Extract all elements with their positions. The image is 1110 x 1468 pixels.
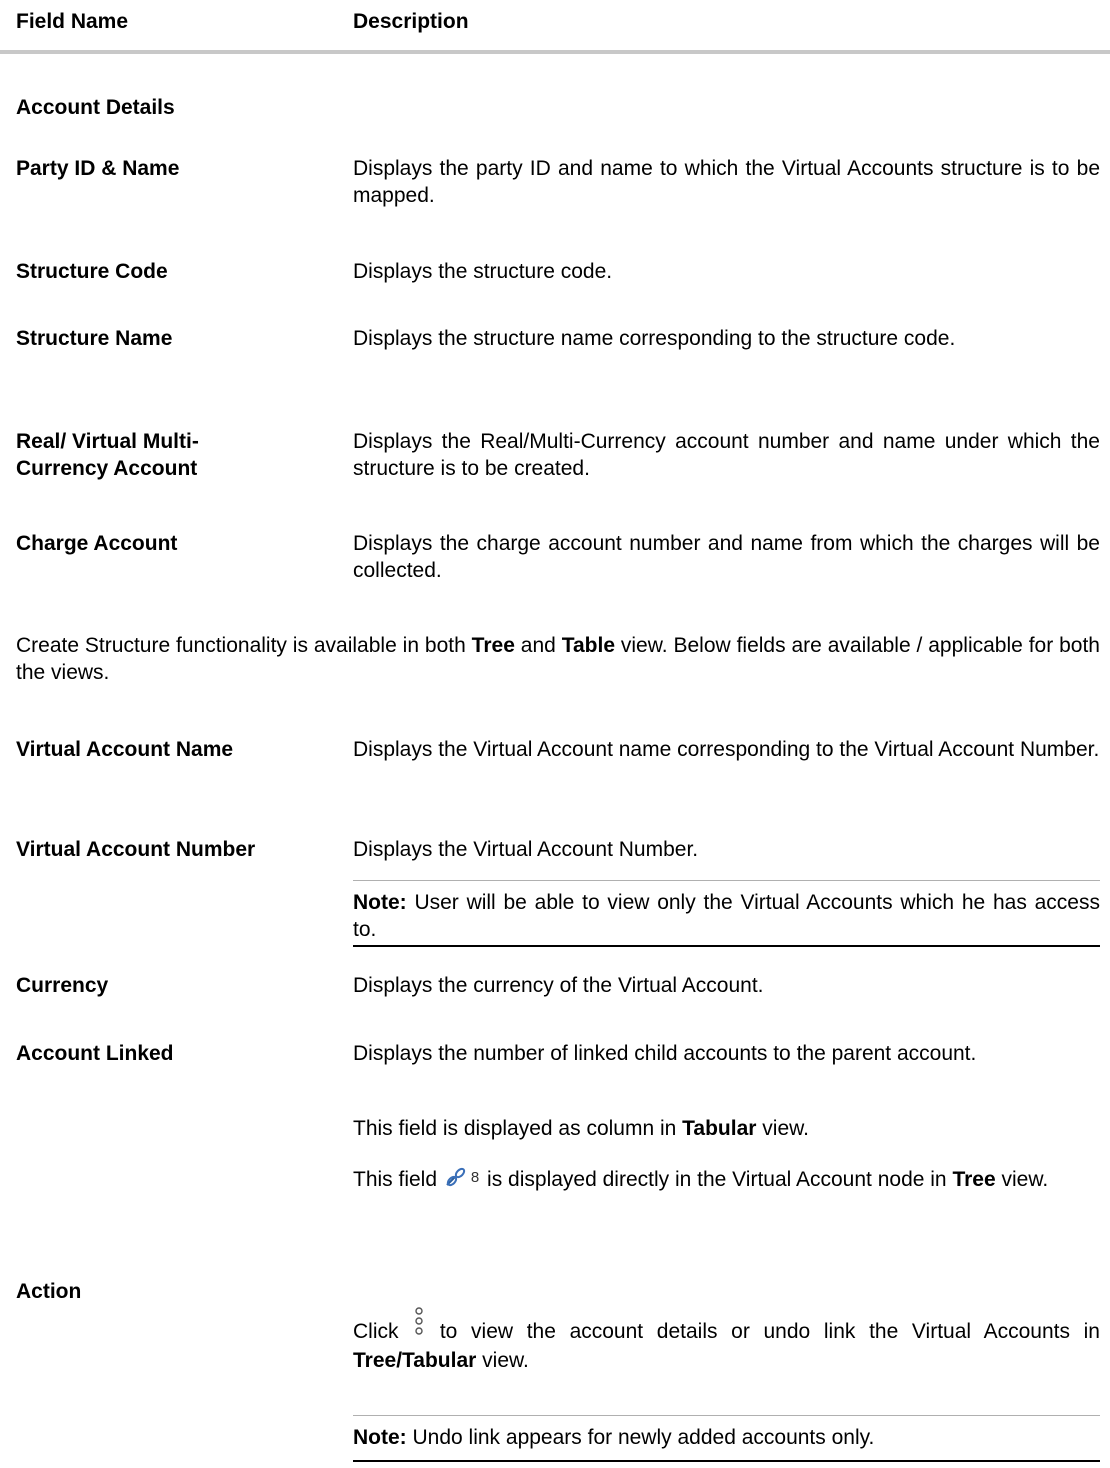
field-desc-party-id: Displays the party ID and name to which …	[353, 157, 1100, 207]
note-text: User will be able to view only the Virtu…	[353, 891, 1100, 941]
desc-bold: Tree	[952, 1168, 996, 1192]
field-label-structure-code: Structure Code	[16, 260, 168, 283]
field-desc-structure-name: Displays the structure name correspondin…	[353, 327, 956, 350]
field-label-party-id: Party ID & Name	[16, 157, 180, 180]
desc-bold: Tabular	[682, 1117, 757, 1140]
column-header-field-name: Field Name	[16, 10, 129, 33]
note-virtual-account-number: Note: User will be able to view only the…	[353, 889, 1100, 943]
link-count: 8	[470, 1169, 480, 1186]
note-label: Note:	[353, 891, 407, 914]
field-label-currency: Currency	[16, 974, 109, 997]
field-desc-account-linked-tabular: This field is displayed as column in Tab…	[353, 1115, 1100, 1142]
field-desc-structure-code: Displays the structure code.	[353, 260, 613, 283]
field-desc-action: Click to view the account details or und…	[353, 1307, 1100, 1374]
note-bottom-rule	[353, 945, 1100, 947]
desc-text: to view the account details or undo link…	[426, 1320, 1100, 1343]
note-label: Note:	[353, 1426, 407, 1449]
note-bottom-rule	[353, 1460, 1100, 1462]
note-divider	[353, 1415, 1100, 1416]
intro-paragraph: Create Structure functionality is availa…	[16, 632, 1100, 686]
field-label-line: Currency Account	[16, 457, 198, 480]
field-desc-account-linked: Displays the number of linked child acco…	[353, 1042, 977, 1065]
note-text: Undo link appears for newly added accoun…	[406, 1426, 875, 1449]
note-action: Note: Undo link appears for newly added …	[353, 1424, 1100, 1451]
field-label-virtual-account-number: Virtual Account Number	[16, 838, 256, 861]
field-desc-charge-account: Displays the charge account number and n…	[353, 532, 1100, 582]
desc-text: Click	[353, 1320, 413, 1343]
field-desc-account-linked-tree: This field 8 is displayed directly in th…	[353, 1164, 1100, 1197]
desc-text: view.	[476, 1349, 529, 1372]
desc-text: This field	[353, 1168, 443, 1192]
section-title: Account Details	[16, 96, 175, 119]
intro-tree-bold: Tree	[471, 634, 515, 657]
intro-table-bold: Table	[561, 634, 615, 657]
field-label-virtual-account-name: Virtual Account Name	[16, 738, 234, 761]
header-divider	[0, 50, 1110, 54]
intro-text: Create Structure functionality is availa…	[16, 634, 472, 657]
field-label-line: Real/ Virtual Multi-	[16, 430, 199, 453]
field-label-action: Action	[16, 1280, 82, 1303]
field-desc-virtual-account-number: Displays the Virtual Account Number.	[353, 838, 699, 861]
column-header-description: Description	[353, 10, 469, 33]
field-label-real-virtual-account: Real/ Virtual Multi- Currency Account	[16, 428, 336, 482]
table-header: Field Name Description	[0, 0, 1110, 50]
desc-text: view.	[756, 1117, 809, 1140]
link-icon	[443, 1164, 471, 1197]
desc-text: view.	[995, 1168, 1049, 1192]
intro-text: and	[514, 634, 562, 657]
field-label-charge-account: Charge Account	[16, 532, 178, 555]
note-divider	[353, 880, 1100, 881]
field-desc-virtual-account-name: Displays the Virtual Account name corres…	[353, 738, 1100, 761]
desc-bold: Tree/Tabular	[353, 1349, 477, 1372]
field-desc-currency: Displays the currency of the Virtual Acc…	[353, 974, 764, 997]
field-label-account-linked: Account Linked	[16, 1042, 174, 1065]
desc-text: is displayed directly in the Virtual Acc…	[481, 1168, 953, 1192]
desc-text: This field is displayed as column in	[353, 1117, 683, 1140]
kebab-menu-icon	[412, 1307, 426, 1347]
field-desc-real-virtual-account: Displays the Real/Multi-Currency account…	[353, 430, 1100, 480]
field-label-structure-name: Structure Name	[16, 327, 173, 350]
